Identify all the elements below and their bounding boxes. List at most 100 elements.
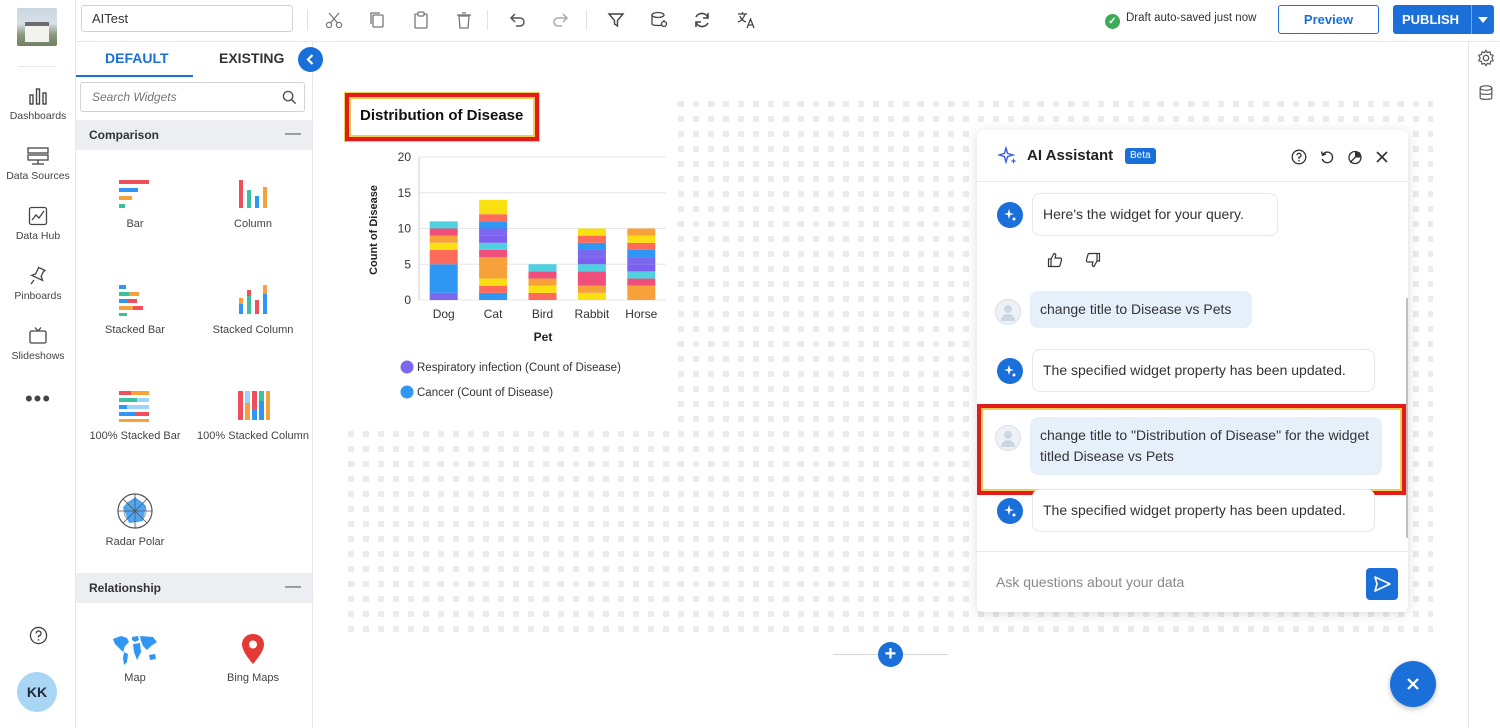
undo-icon[interactable] [507, 10, 527, 30]
sparkle-icon [1004, 209, 1016, 221]
translate-icon[interactable] [736, 10, 756, 30]
widget-stacked-bar[interactable]: Stacked Bar [76, 282, 194, 337]
dashboard-name-input[interactable] [81, 5, 293, 32]
publish-dropdown-icon[interactable] [1478, 17, 1488, 23]
user-avatar [995, 425, 1021, 451]
filter-icon[interactable] [606, 10, 626, 30]
left-rail: Dashboards Data Sources Data Hub Pinboar… [0, 0, 76, 728]
bar-segment [479, 199, 508, 215]
data-settings-icon[interactable] [649, 10, 669, 30]
collapse-section-icon[interactable]: — [285, 125, 301, 143]
widget-column[interactable]: Column [194, 176, 312, 231]
cut-icon[interactable] [324, 10, 344, 30]
y-tick-label: 0 [404, 293, 411, 307]
section-relationship[interactable]: Relationship — [76, 573, 312, 603]
pin-icon [30, 266, 47, 285]
reset-icon[interactable] [1319, 149, 1335, 165]
collapse-section-icon[interactable]: — [285, 578, 301, 596]
search-input[interactable] [81, 83, 266, 111]
delete-icon[interactable] [454, 10, 474, 30]
widget-label: Column [234, 218, 272, 230]
chart-title-highlight[interactable]: Distribution of Disease [345, 93, 539, 141]
tab-existing[interactable]: EXISTING [219, 50, 284, 66]
collapse-panel-button[interactable] [298, 47, 323, 72]
chat-scrollbar[interactable] [1406, 298, 1408, 538]
close-icon [1407, 678, 1419, 690]
copy-icon[interactable] [367, 10, 387, 30]
nav-label: Data Hub [15, 230, 61, 242]
bar-segment [577, 271, 606, 286]
nav-data-sources[interactable]: Data Sources [0, 146, 76, 182]
bar-segment [479, 292, 508, 300]
bot-avatar [997, 498, 1023, 524]
help-circle-icon[interactable] [1291, 149, 1307, 165]
widget-100-stacked-column[interactable]: 100% Stacked Column [194, 388, 312, 443]
widget-bing-maps[interactable]: Bing Maps [194, 632, 312, 685]
tab-default[interactable]: DEFAULT [105, 50, 169, 66]
chart-title: Distribution of Disease [360, 107, 524, 124]
stacked-column-chart[interactable]: 0 5 10 15 20 Dog Cat Bird Rabbit Horse Pet Count of… [350, 145, 680, 415]
autosave-text: Draft auto-saved just now [1126, 12, 1257, 24]
clear-history-icon[interactable] [1347, 149, 1363, 165]
trend-chart-icon [28, 206, 48, 226]
nav-dashboards[interactable]: Dashboards [0, 86, 76, 122]
widget-label: 100% Stacked Column [197, 430, 309, 442]
user-avatar[interactable]: KK [17, 672, 57, 712]
widget-bar[interactable]: Bar [76, 176, 194, 231]
widget-radar-polar[interactable]: Radar Polar [76, 492, 194, 549]
toolbar-divider [586, 10, 587, 30]
section-comparison[interactable]: Comparison — [76, 120, 312, 150]
help-icon[interactable] [29, 626, 48, 645]
rail-divider [18, 66, 56, 67]
org-logo[interactable] [17, 8, 57, 46]
bar-segment [479, 285, 508, 293]
publish-button[interactable]: PUBLISH [1393, 5, 1494, 34]
widget-label: Bar [126, 218, 144, 230]
x-tick-label: Rabbit [575, 307, 610, 321]
tv-icon [29, 327, 47, 344]
search-icon[interactable] [282, 90, 297, 105]
paste-icon[interactable] [411, 10, 431, 30]
widget-panel: DEFAULT EXISTING Comparison — Bar Column… [76, 42, 323, 728]
widget-label: Map [124, 672, 146, 684]
section-title: Relationship [89, 581, 162, 595]
bar-segment [528, 278, 557, 286]
bar-segment [528, 292, 557, 300]
widget-100-stacked-bar[interactable]: 100% Stacked Bar [76, 388, 194, 443]
nav-data-hub[interactable]: Data Hub [0, 206, 76, 242]
bar-segment [627, 228, 656, 236]
bar-segment [479, 257, 508, 279]
bar-chart-icon [29, 88, 47, 105]
ai-question-input[interactable] [996, 570, 1356, 594]
redo-icon[interactable] [551, 10, 571, 30]
nav-pinboards[interactable]: Pinboards [0, 266, 76, 302]
more-menu-icon[interactable]: ••• [0, 388, 76, 410]
ai-title: AI Assistant [1027, 147, 1114, 164]
database-icon[interactable] [1477, 84, 1495, 102]
widget-stacked-column[interactable]: Stacked Column [194, 282, 312, 337]
bot-message: Here's the widget for your query. [1032, 193, 1278, 236]
add-widget-button[interactable]: + [878, 642, 903, 667]
widget-label: Bing Maps [227, 672, 279, 684]
widget-map[interactable]: Map [76, 632, 194, 685]
sparkle-icon [998, 146, 1017, 165]
close-assistant-button[interactable] [1390, 661, 1436, 707]
nav-slideshows[interactable]: Slideshows [0, 326, 76, 362]
bot-message: The specified widget property has been u… [1032, 349, 1375, 392]
gear-icon[interactable] [1477, 49, 1495, 67]
bar-segment [577, 257, 606, 265]
legend-marker [400, 385, 414, 399]
publish-divider [1471, 5, 1472, 34]
bar-segment [479, 242, 508, 250]
publish-label: PUBLISH [1402, 12, 1460, 27]
thumbs-down-icon[interactable] [1085, 252, 1101, 268]
preview-button[interactable]: Preview [1278, 5, 1379, 34]
nav-label: Pinboards [14, 290, 62, 302]
close-icon[interactable] [1374, 149, 1390, 165]
add-row-divider: + [833, 642, 948, 668]
top-toolbar: ✓ Draft auto-saved just now Preview PUBLI… [76, 0, 1500, 42]
refresh-icon[interactable] [692, 10, 712, 30]
send-button[interactable] [1366, 568, 1398, 600]
thumbs-up-icon[interactable] [1047, 252, 1063, 268]
sparkle-icon [1004, 505, 1016, 517]
